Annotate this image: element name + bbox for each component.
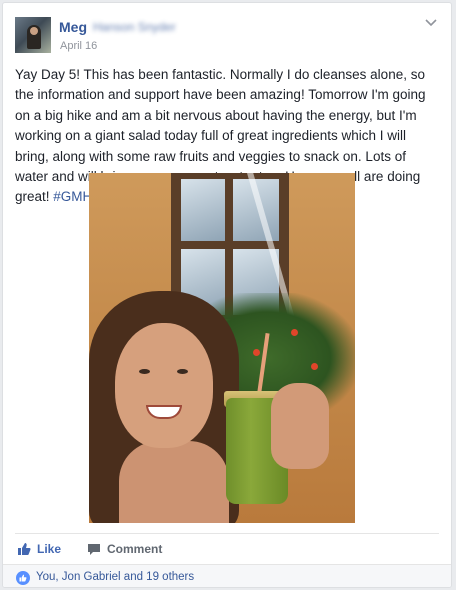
like-label: Like	[37, 542, 62, 556]
like-button[interactable]: Like	[17, 540, 61, 558]
post-date[interactable]: April 16	[60, 40, 97, 52]
action-divider	[15, 533, 439, 534]
photo-shoulders	[119, 441, 229, 523]
speech-bubble-icon	[88, 544, 100, 555]
comment-label: Comment	[107, 542, 163, 556]
author-last-name-blurred[interactable]: Hanson Snyder	[93, 20, 176, 34]
author-name[interactable]: Meg	[59, 19, 87, 35]
reactions-bar: You, Jon Gabriel and 19 others	[3, 564, 451, 587]
post-card: Meg Hanson Snyder April 16 Yay Day 5! Th…	[2, 2, 452, 588]
like-reaction-icon[interactable]	[16, 571, 30, 585]
chevron-down-icon[interactable]	[423, 17, 439, 29]
avatar-face	[30, 27, 38, 35]
reactions-summary[interactable]: You, Jon Gabriel and 19 others	[36, 571, 194, 583]
comment-button[interactable]: Comment	[87, 540, 162, 558]
post-photo[interactable]	[89, 173, 355, 523]
photo-face	[115, 323, 213, 448]
thumbs-up-icon	[18, 543, 31, 555]
author-avatar[interactable]	[15, 17, 51, 53]
photo-hand	[271, 383, 329, 469]
